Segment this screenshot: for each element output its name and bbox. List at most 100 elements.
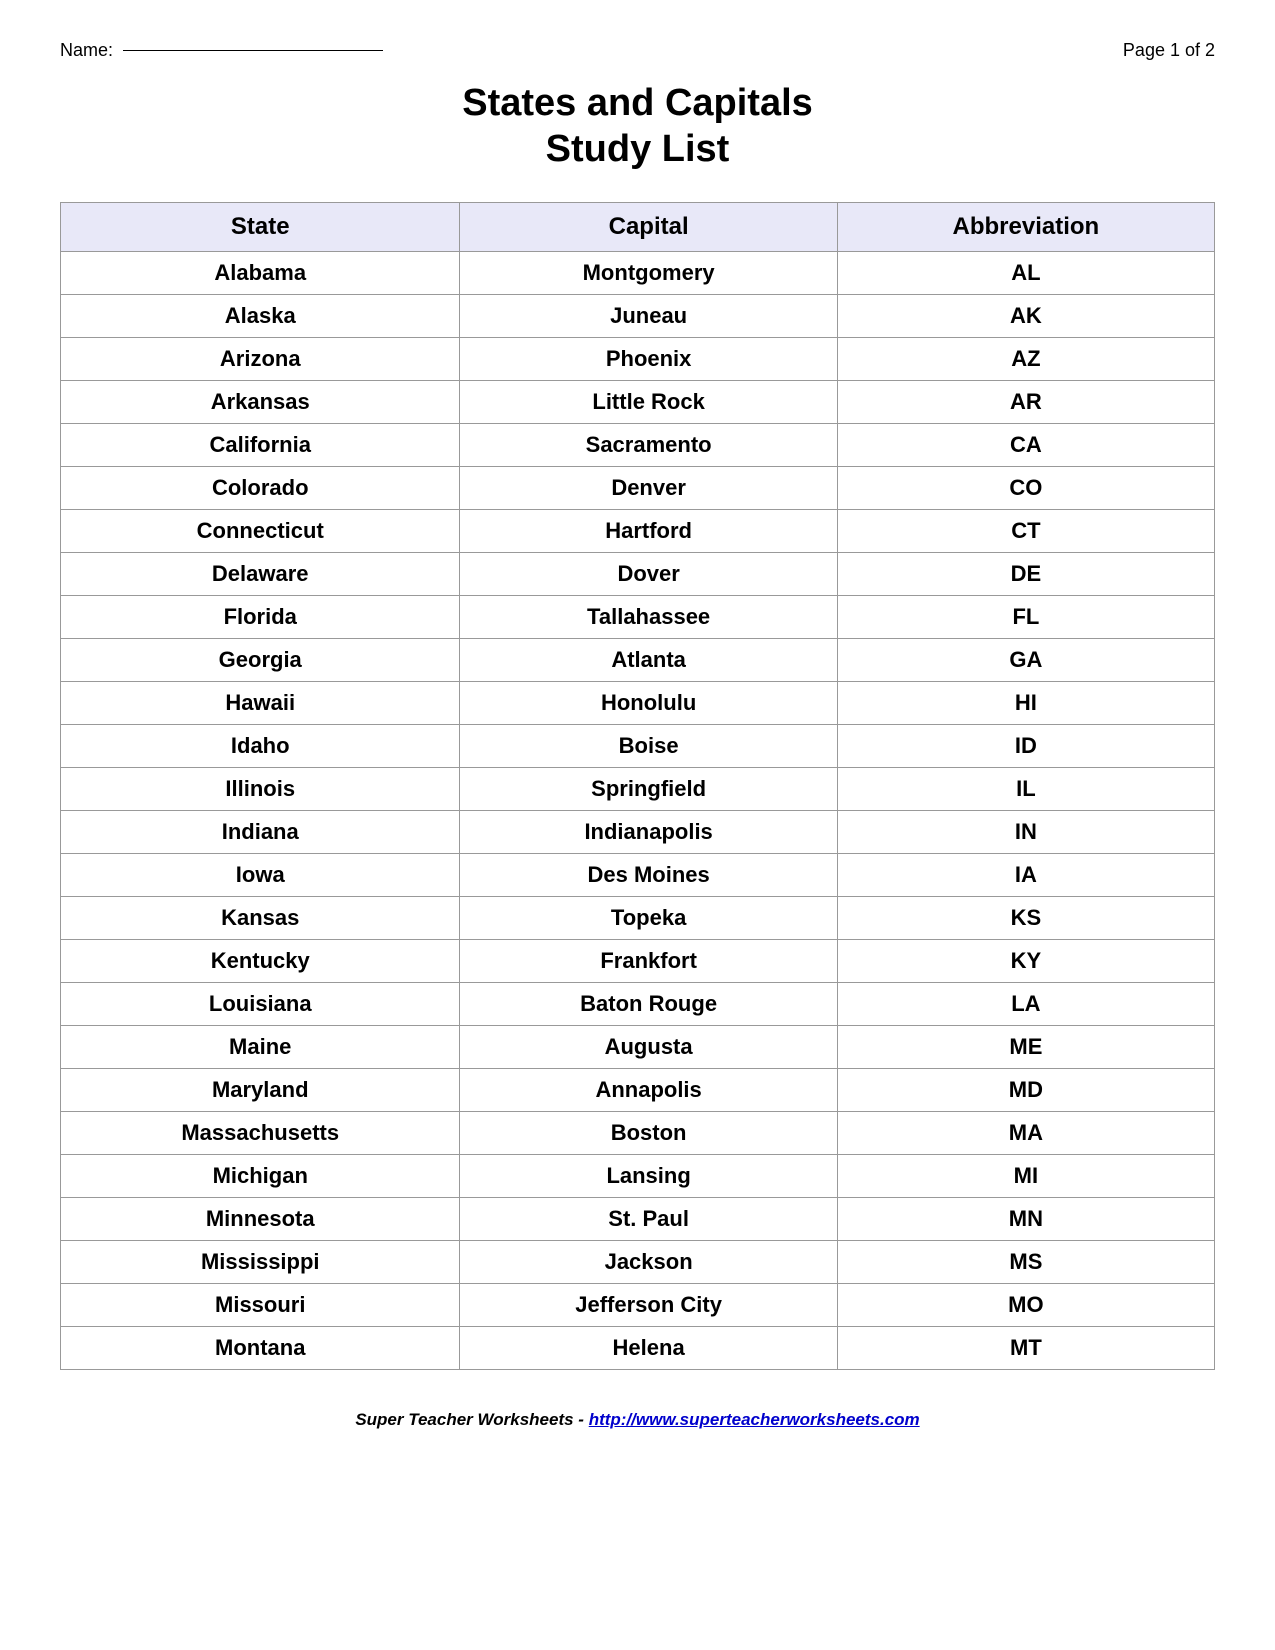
name-field: Name:: [60, 40, 383, 61]
cell-18-1: Augusta: [460, 1026, 837, 1069]
cell-11-2: ID: [837, 725, 1214, 768]
cell-3-1: Little Rock: [460, 381, 837, 424]
cell-1-1: Juneau: [460, 295, 837, 338]
table-header-row: State Capital Abbreviation: [61, 203, 1215, 252]
cell-10-1: Honolulu: [460, 682, 837, 725]
cell-3-0: Arkansas: [61, 381, 460, 424]
table-row: ConnecticutHartfordCT: [61, 510, 1215, 553]
cell-7-2: DE: [837, 553, 1214, 596]
cell-25-0: Montana: [61, 1327, 460, 1370]
table-row: KansasTopekaKS: [61, 897, 1215, 940]
table-row: IowaDes MoinesIA: [61, 854, 1215, 897]
cell-21-1: Lansing: [460, 1155, 837, 1198]
cell-4-1: Sacramento: [460, 424, 837, 467]
cell-16-1: Frankfort: [460, 940, 837, 983]
cell-5-1: Denver: [460, 467, 837, 510]
table-row: AlaskaJuneauAK: [61, 295, 1215, 338]
title-line2: Study List: [60, 127, 1215, 173]
page-number: Page 1 of 2: [1123, 40, 1215, 61]
table-row: MississippiJacksonMS: [61, 1241, 1215, 1284]
cell-7-1: Dover: [460, 553, 837, 596]
table-row: DelawareDoverDE: [61, 553, 1215, 596]
table-row: MinnesotaSt. PaulMN: [61, 1198, 1215, 1241]
cell-19-1: Annapolis: [460, 1069, 837, 1112]
title-section: States and Capitals Study List: [60, 81, 1215, 172]
page-header: Name: Page 1 of 2: [60, 40, 1215, 61]
states-capitals-table: State Capital Abbreviation AlabamaMontgo…: [60, 202, 1215, 1370]
cell-2-2: AZ: [837, 338, 1214, 381]
cell-12-0: Illinois: [61, 768, 460, 811]
cell-5-0: Colorado: [61, 467, 460, 510]
cell-6-0: Connecticut: [61, 510, 460, 553]
cell-16-0: Kentucky: [61, 940, 460, 983]
cell-4-0: California: [61, 424, 460, 467]
table-row: MichiganLansingMI: [61, 1155, 1215, 1198]
cell-11-0: Idaho: [61, 725, 460, 768]
cell-25-1: Helena: [460, 1327, 837, 1370]
table-row: IllinoisSpringfieldIL: [61, 768, 1215, 811]
cell-6-1: Hartford: [460, 510, 837, 553]
cell-24-1: Jefferson City: [460, 1284, 837, 1327]
cell-10-2: HI: [837, 682, 1214, 725]
col-header-abbreviation: Abbreviation: [837, 203, 1214, 252]
cell-5-2: CO: [837, 467, 1214, 510]
name-underline: [123, 50, 383, 51]
cell-24-0: Missouri: [61, 1284, 460, 1327]
cell-18-2: ME: [837, 1026, 1214, 1069]
cell-20-1: Boston: [460, 1112, 837, 1155]
cell-18-0: Maine: [61, 1026, 460, 1069]
table-row: MontanaHelenaMT: [61, 1327, 1215, 1370]
table-row: MassachusettsBostonMA: [61, 1112, 1215, 1155]
cell-4-2: CA: [837, 424, 1214, 467]
cell-20-0: Massachusetts: [61, 1112, 460, 1155]
cell-14-1: Des Moines: [460, 854, 837, 897]
cell-21-2: MI: [837, 1155, 1214, 1198]
footer: Super Teacher Worksheets - http://www.su…: [60, 1410, 1215, 1430]
cell-3-2: AR: [837, 381, 1214, 424]
table-row: ArkansasLittle RockAR: [61, 381, 1215, 424]
cell-19-2: MD: [837, 1069, 1214, 1112]
cell-1-2: AK: [837, 295, 1214, 338]
cell-23-1: Jackson: [460, 1241, 837, 1284]
cell-17-0: Louisiana: [61, 983, 460, 1026]
cell-16-2: KY: [837, 940, 1214, 983]
cell-13-0: Indiana: [61, 811, 460, 854]
table-row: AlabamaMontgomeryAL: [61, 252, 1215, 295]
footer-text: Super Teacher Worksheets -: [355, 1410, 588, 1429]
cell-6-2: CT: [837, 510, 1214, 553]
cell-13-1: Indianapolis: [460, 811, 837, 854]
table-row: LouisianaBaton RougeLA: [61, 983, 1215, 1026]
col-header-capital: Capital: [460, 203, 837, 252]
name-label: Name:: [60, 40, 113, 61]
cell-19-0: Maryland: [61, 1069, 460, 1112]
cell-22-1: St. Paul: [460, 1198, 837, 1241]
cell-13-2: IN: [837, 811, 1214, 854]
cell-8-1: Tallahassee: [460, 596, 837, 639]
col-header-state: State: [61, 203, 460, 252]
cell-17-2: LA: [837, 983, 1214, 1026]
cell-7-0: Delaware: [61, 553, 460, 596]
table-row: KentuckyFrankfortKY: [61, 940, 1215, 983]
table-row: FloridaTallahasseeFL: [61, 596, 1215, 639]
cell-25-2: MT: [837, 1327, 1214, 1370]
table-row: MissouriJefferson CityMO: [61, 1284, 1215, 1327]
table-row: MarylandAnnapolisMD: [61, 1069, 1215, 1112]
cell-9-2: GA: [837, 639, 1214, 682]
title-line1: States and Capitals: [60, 81, 1215, 127]
cell-0-2: AL: [837, 252, 1214, 295]
cell-22-0: Minnesota: [61, 1198, 460, 1241]
cell-15-0: Kansas: [61, 897, 460, 940]
cell-12-2: IL: [837, 768, 1214, 811]
cell-8-2: FL: [837, 596, 1214, 639]
cell-22-2: MN: [837, 1198, 1214, 1241]
cell-14-2: IA: [837, 854, 1214, 897]
cell-24-2: MO: [837, 1284, 1214, 1327]
cell-11-1: Boise: [460, 725, 837, 768]
table-row: ArizonaPhoenixAZ: [61, 338, 1215, 381]
cell-9-1: Atlanta: [460, 639, 837, 682]
cell-15-1: Topeka: [460, 897, 837, 940]
footer-link[interactable]: http://www.superteacherworksheets.com: [589, 1410, 920, 1429]
cell-2-1: Phoenix: [460, 338, 837, 381]
table-row: GeorgiaAtlantaGA: [61, 639, 1215, 682]
cell-23-0: Mississippi: [61, 1241, 460, 1284]
